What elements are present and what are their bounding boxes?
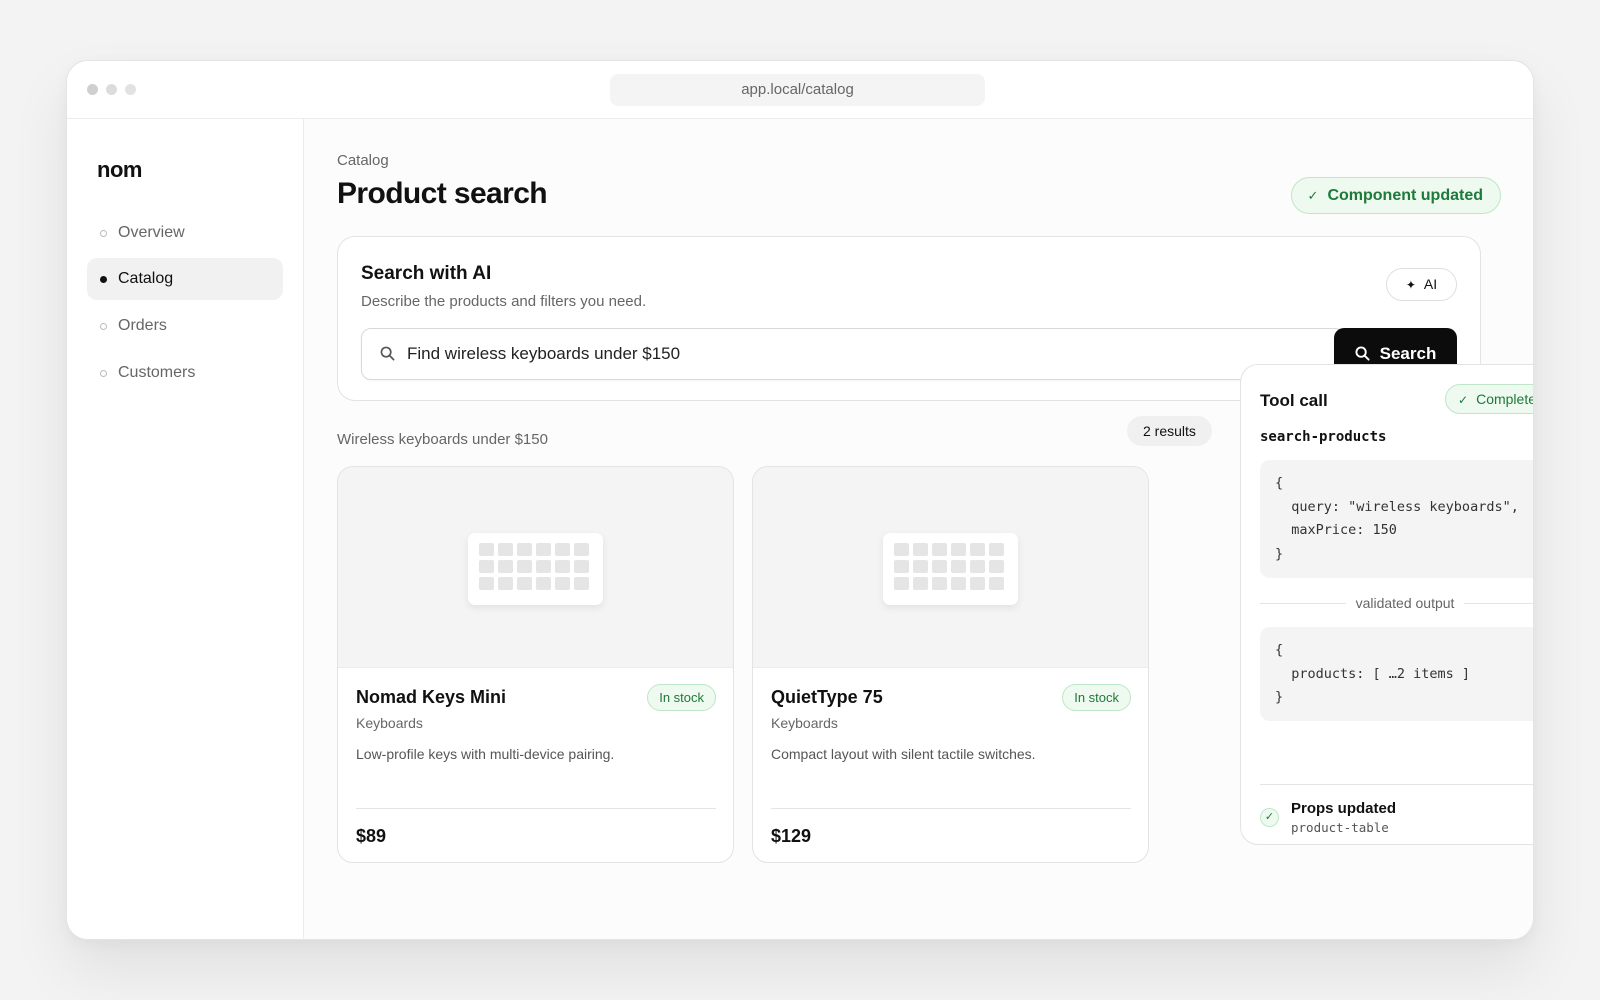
- props-updated-title: Props updated: [1291, 800, 1397, 817]
- nav-bullet-icon: [100, 370, 107, 377]
- page-title: Product search: [337, 177, 548, 210]
- divider: [356, 808, 716, 809]
- search-button-label: Search: [1379, 344, 1437, 363]
- sidebar: nom Overview Catalog Orders Customers: [67, 119, 304, 939]
- product-price: $129: [771, 826, 812, 846]
- product-description: Compact layout with silent tactile switc…: [771, 746, 1036, 762]
- product-category: Keyboards: [356, 715, 423, 731]
- tool-name: search-products: [1260, 429, 1387, 445]
- results-count-badge: 2 results: [1127, 416, 1212, 446]
- breadcrumb[interactable]: Catalog: [337, 152, 389, 169]
- keyboard-icon: [883, 533, 1018, 605]
- product-card[interactable]: Nomad Keys Mini Keyboards In stock Low-p…: [337, 466, 734, 863]
- complete-badge: ✓ Complete: [1445, 384, 1534, 414]
- address-bar[interactable]: app.local/catalog: [610, 74, 985, 106]
- ai-chip-label: AI: [1423, 276, 1438, 292]
- sidebar-item-label: Catalog: [118, 270, 174, 287]
- badge-label: Component updated: [1327, 187, 1483, 204]
- tool-output-code: { products: [ …2 items ] }: [1260, 627, 1533, 721]
- component-updated-badge: ✓ Component updated: [1290, 177, 1501, 214]
- divider: [1260, 784, 1533, 785]
- tool-call-title: Tool call: [1260, 391, 1328, 410]
- check-icon: ✓: [1307, 188, 1319, 203]
- stock-badge: In stock: [647, 684, 716, 711]
- divider: [771, 808, 1131, 809]
- product-image: [338, 467, 733, 668]
- app-logo: nom: [97, 157, 142, 182]
- product-category: Keyboards: [771, 715, 838, 731]
- validated-output-divider: validated output: [1260, 593, 1533, 613]
- tool-input-code: { query: "wireless keyboards", maxPrice:…: [1260, 460, 1533, 578]
- sidebar-item-orders[interactable]: Orders: [87, 305, 283, 347]
- nav-bullet-icon: [100, 230, 107, 237]
- nav-bullet-icon: [100, 323, 107, 330]
- window-close-dot[interactable]: [87, 84, 98, 95]
- stock-badge: In stock: [1062, 684, 1131, 711]
- complete-label: Complete: [1476, 391, 1534, 407]
- app-window: app.local/catalog nom Overview Catalog O…: [66, 60, 1534, 940]
- sidebar-item-catalog[interactable]: Catalog: [87, 258, 283, 300]
- keyboard-icon: [468, 533, 603, 605]
- sidebar-item-label: Customers: [118, 364, 196, 381]
- window-minimize-dot[interactable]: [106, 84, 117, 95]
- product-name[interactable]: QuietType 75: [771, 687, 883, 708]
- results-label: Wireless keyboards under $150: [337, 431, 548, 448]
- props-updated-target: product-table: [1291, 820, 1389, 835]
- check-icon: ✓: [1458, 393, 1469, 407]
- sidebar-item-customers[interactable]: Customers: [87, 352, 283, 394]
- sidebar-item-label: Overview: [118, 224, 185, 241]
- search-icon: [380, 346, 395, 366]
- nav-bullet-icon: [100, 276, 107, 283]
- search-input[interactable]: [361, 328, 1345, 380]
- tool-call-panel: Tool call ✓ Complete search-products { qu…: [1240, 364, 1534, 845]
- search-heading: Search with AI: [361, 263, 492, 284]
- search-subheading: Describe the products and filters you ne…: [361, 293, 647, 310]
- window-maximize-dot[interactable]: [125, 84, 136, 95]
- product-image: [753, 467, 1148, 668]
- window-titlebar: app.local/catalog: [67, 61, 1533, 119]
- product-name[interactable]: Nomad Keys Mini: [356, 687, 506, 708]
- ai-chip-button[interactable]: ✦ AI: [1386, 268, 1457, 301]
- product-card[interactable]: QuietType 75 Keyboards In stock Compact …: [752, 466, 1149, 863]
- sparkle-icon: ✦: [1405, 278, 1416, 292]
- sidebar-item-overview[interactable]: Overview: [87, 212, 283, 254]
- product-price: $89: [356, 826, 387, 846]
- sidebar-item-label: Orders: [118, 317, 167, 334]
- product-description: Low-profile keys with multi-device pairi…: [356, 746, 615, 762]
- check-icon: ✓: [1260, 808, 1279, 827]
- search-query-field[interactable]: [407, 329, 1307, 379]
